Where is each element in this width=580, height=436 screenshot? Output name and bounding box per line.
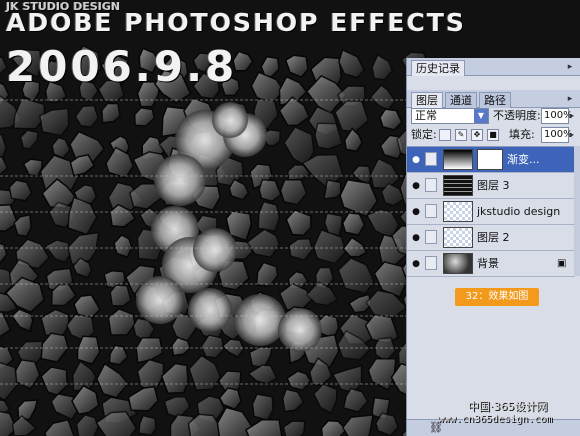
layer-row-3[interactable]: ● 图层 3 (407, 173, 575, 199)
layers-panel: 历史记录 ▸ 图层 通道 路径 ▸ 正常 ▼ 不透明度: 100% ▸ 锁定: … (406, 58, 580, 436)
watermark-url: www.cn365design.com (438, 414, 553, 425)
caption-badge: 32：效果如图 (455, 288, 539, 306)
eye-icon[interactable]: ● (410, 232, 422, 244)
watermark-site-name: 中国·365设计网 (468, 400, 548, 413)
layers-scrollbar[interactable] (574, 146, 580, 276)
layer-thumbnail (443, 253, 473, 274)
glow-blob (188, 288, 232, 332)
layer-name: 图层 3 (477, 179, 510, 192)
layer-row-gradient[interactable]: ● 渐变... (407, 147, 575, 173)
layer-style-icon (425, 152, 437, 166)
date-text: 2006.9.8 (6, 42, 238, 91)
fill-field[interactable]: 100% (541, 127, 573, 143)
lock-transparency-icon[interactable] (439, 129, 451, 141)
lock-move-icon[interactable]: ✥ (471, 129, 483, 141)
tab-channels[interactable]: 通道 (445, 92, 477, 108)
tab-history[interactable]: 历史记录 (411, 60, 465, 76)
lock-label: 锁定: (411, 128, 437, 141)
layer-name: 渐变... (507, 153, 540, 166)
chevron-down-icon[interactable]: ▼ (474, 109, 488, 123)
layer-name: 图层 2 (477, 231, 510, 244)
layer-thumbnail (443, 149, 473, 170)
crystal-cell (109, 284, 132, 307)
layer-name: jkstudio design (477, 205, 561, 218)
layer-thumbnail (443, 201, 473, 222)
link-box (425, 256, 437, 270)
tab-layers[interactable]: 图层 (411, 92, 443, 108)
glow-blob (193, 228, 237, 272)
link-box (425, 178, 437, 192)
fill-label: 填充: (509, 128, 535, 141)
tab-paths[interactable]: 路径 (479, 92, 511, 108)
lock-icon: ▣ (557, 258, 567, 269)
eye-icon[interactable]: ● (410, 206, 422, 218)
crystal-cell (137, 414, 157, 436)
layer-thumbnail (443, 227, 473, 248)
opacity-label: 不透明度: (493, 109, 541, 122)
layer-row-2[interactable]: ● 图层 2 (407, 225, 575, 251)
eye-icon[interactable]: ● (410, 180, 422, 192)
blend-mode-select[interactable]: 正常 ▼ (411, 108, 489, 124)
layer-thumbnail (443, 175, 473, 196)
opacity-field[interactable]: 100% (541, 108, 573, 124)
layers-list: ● 渐变... ● 图层 3 ● jkstudio design ● 图层 2 … (407, 146, 580, 277)
crystal-cell (251, 393, 274, 422)
fill-arrow-icon[interactable]: ▸ (570, 127, 578, 143)
glow-blob (212, 102, 248, 138)
history-tab-row: 历史记录 ▸ (407, 58, 580, 76)
lock-paint-icon[interactable]: ✎ (455, 129, 467, 141)
layers-menu-icon[interactable]: ▸ (564, 93, 576, 105)
glow-blob (154, 154, 206, 206)
layer-name: 背景 (477, 257, 499, 270)
opacity-arrow-icon[interactable]: ▸ (570, 108, 578, 124)
crystal-cell (323, 179, 342, 200)
glow-blob (136, 276, 184, 324)
glow-blob (278, 308, 322, 352)
blend-mode-value: 正常 (415, 109, 437, 122)
layers-tab-row: 图层 通道 路径 ▸ (407, 90, 580, 108)
crystal-cell (257, 200, 281, 233)
link-box (425, 230, 437, 244)
link-box (425, 204, 437, 218)
layer-mask-thumbnail (477, 149, 503, 170)
eye-icon[interactable]: ● (410, 258, 422, 270)
layer-row-background[interactable]: ● 背景 ▣ (407, 251, 575, 277)
panel-menu-icon[interactable]: ▸ (564, 61, 576, 73)
glow-blob (234, 294, 286, 346)
eye-icon[interactable]: ● (410, 154, 422, 166)
lock-all-icon[interactable]: ■ (487, 129, 499, 141)
headline-text: ADOBE PHOTOSHOP EFFECTS (6, 8, 466, 37)
layer-row-jkstudio[interactable]: ● jkstudio design (407, 199, 575, 225)
